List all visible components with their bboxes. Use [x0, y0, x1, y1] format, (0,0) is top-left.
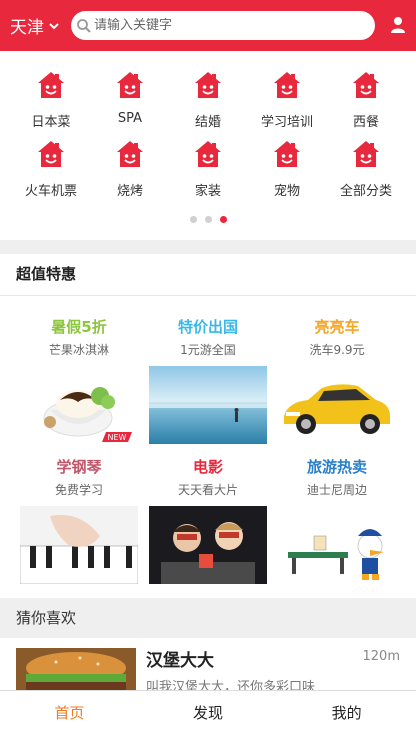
house-icon — [353, 141, 379, 167]
category-label: 火车机票 — [24, 184, 77, 199]
category-item[interactable]: 学习培训 — [246, 69, 328, 130]
burger-image — [16, 648, 136, 690]
deal-card-piano[interactable]: 学钢琴 免费学习 — [10, 456, 148, 586]
city-selector[interactable]: 天津 — [10, 13, 64, 38]
guess-section-title: 猜你喜欢 — [0, 598, 416, 638]
deal-title: 电影 — [192, 458, 223, 476]
item-description: 叫我汉堡大大，还你多彩口味 — [146, 680, 316, 690]
chevron-down-icon — [49, 22, 59, 29]
deal-card-travel-abroad[interactable]: 特价出国 1元游全国 — [139, 316, 277, 446]
category-item[interactable]: SPA — [89, 69, 171, 126]
category-label: 烧烤 — [116, 184, 143, 199]
category-item[interactable]: 结婚 — [167, 69, 249, 130]
deal-subtitle: 洗车9.9元 — [309, 343, 365, 357]
house-icon — [117, 141, 143, 167]
deal-subtitle: 迪士尼周边 — [306, 483, 367, 497]
house-icon — [38, 72, 64, 98]
page-dot-active[interactable] — [219, 216, 227, 223]
city-label: 天津 — [10, 18, 44, 38]
category-label: SPA — [117, 111, 143, 126]
cinema-image — [149, 506, 267, 584]
app-page: 天津 日本菜 SPA 结婚 学习培训 西餐火车机票 烧烤 家装 宠物 全部分类 超值特惠 — [0, 0, 416, 733]
category-label: 宠物 — [273, 184, 300, 199]
category-item[interactable]: 烧烤 — [89, 138, 171, 199]
search-icon — [77, 18, 91, 33]
house-icon — [117, 72, 143, 98]
category-item[interactable]: 宠物 — [246, 138, 328, 199]
list-item[interactable]: 汉堡大大 120m 叫我汉堡大大，还你多彩口味 — [0, 638, 416, 690]
deal-subtitle: 免费学习 — [54, 483, 103, 497]
category-item[interactable]: 西餐 — [325, 69, 407, 130]
search-input[interactable] — [94, 18, 354, 33]
house-icon — [38, 141, 64, 167]
deal-title: 亮亮车 — [314, 318, 360, 336]
page-indicator — [0, 216, 416, 223]
deal-title: 旅游热卖 — [306, 458, 367, 476]
deal-subtitle: 天天看大片 — [177, 483, 238, 497]
house-icon — [195, 72, 221, 98]
house-icon — [353, 72, 379, 98]
new-badge: NEW — [108, 433, 127, 442]
category-grid: 日本菜 SPA 结婚 学习培训 西餐火车机票 烧烤 家装 宠物 全部分类 — [0, 51, 416, 240]
category-item[interactable]: 家装 — [167, 138, 249, 199]
bottom-tab-bar: 首页 发现 我的 — [0, 690, 416, 733]
tab-home[interactable]: 首页 — [0, 691, 139, 733]
deal-title: 暑假5折 — [51, 318, 107, 336]
house-icon — [195, 141, 221, 167]
category-item[interactable]: 火车机票 — [10, 138, 92, 199]
search-bar[interactable] — [71, 11, 375, 40]
house-icon — [274, 141, 300, 167]
deal-subtitle: 芒果冰淇淋 — [48, 343, 109, 357]
item-name: 汉堡大大 — [146, 651, 214, 671]
donald-duck-image — [288, 529, 384, 580]
category-label: 学习培训 — [260, 115, 313, 130]
deal-title: 学钢琴 — [56, 458, 102, 476]
category-label: 结婚 — [194, 115, 221, 130]
yellow-car-image — [284, 384, 390, 434]
category-label: 日本菜 — [31, 115, 71, 130]
deals-section: 超值特惠 暑假5折 芒果冰淇淋 NEW 特价出国 1元游全国 亮亮车 洗车9.9… — [0, 254, 416, 598]
category-label: 全部分类 — [339, 184, 392, 199]
category-label: 西餐 — [352, 115, 379, 130]
deal-card-travel-hot[interactable]: 旅游热卖 迪士尼周边 — [268, 456, 406, 586]
deal-card-movie[interactable]: 电影 天天看大片 — [139, 456, 277, 586]
deals-title: 超值特惠 — [0, 254, 416, 296]
ice-cream-image: NEW — [43, 387, 132, 442]
page-dot[interactable] — [204, 216, 212, 223]
deal-card-summer-icecream[interactable]: 暑假5折 芒果冰淇淋 NEW — [10, 316, 148, 446]
tab-mine[interactable]: 我的 — [277, 691, 416, 733]
category-item[interactable]: 全部分类 — [325, 138, 407, 199]
top-header: 天津 — [0, 0, 416, 51]
deal-title: 特价出国 — [177, 318, 238, 336]
category-item[interactable]: 日本菜 — [10, 69, 92, 130]
piano-image — [20, 506, 138, 584]
deal-subtitle: 1元游全国 — [180, 343, 236, 357]
house-icon — [274, 72, 300, 98]
section-divider — [0, 240, 416, 254]
item-distance: 120m — [362, 649, 400, 664]
category-label: 家装 — [194, 184, 221, 199]
user-icon[interactable] — [390, 16, 406, 34]
deal-card-car-wash[interactable]: 亮亮车 洗车9.9元 — [268, 316, 406, 446]
tab-discover[interactable]: 发现 — [139, 691, 278, 733]
page-dot[interactable] — [189, 216, 197, 223]
beach-image — [149, 366, 267, 444]
